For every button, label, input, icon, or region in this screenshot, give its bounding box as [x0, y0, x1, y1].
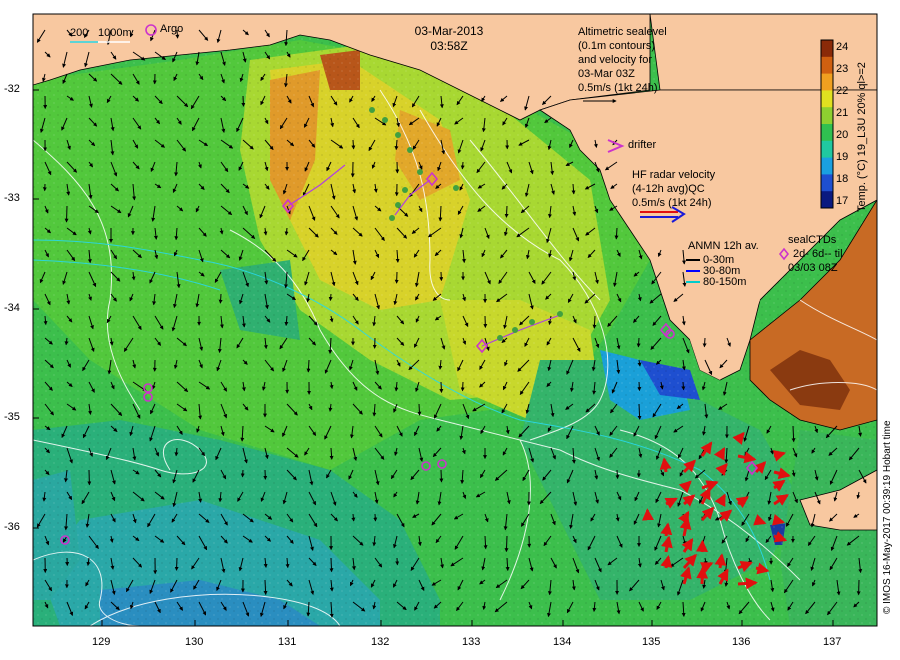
colorbar-tick-label: 20	[836, 129, 849, 141]
velocity-arrow	[702, 337, 707, 348]
velocity-arrow	[460, 161, 465, 170]
hf-radar-legend-line1: HF radar velocity	[632, 169, 716, 181]
velocity-arrow	[504, 205, 509, 218]
x-tick-label: 129	[92, 636, 111, 648]
velocity-arrow	[637, 381, 642, 392]
velocity-arrow	[263, 579, 268, 596]
hf-radar-arrow	[696, 566, 709, 585]
sst-map	[32, 13, 878, 627]
hf-radar-legend-line3: 0.5m/s (1kt 24h)	[632, 197, 712, 209]
altimetry-legend-line4: 03-Mar 03Z	[578, 68, 635, 80]
y-tick-label: -36	[4, 521, 20, 533]
x-tick-label: 130	[185, 636, 204, 648]
colorbar	[820, 39, 834, 209]
x-tick-label: 132	[371, 636, 390, 648]
x-tick-label: 137	[823, 636, 842, 648]
velocity-arrow	[592, 315, 597, 329]
colorbar-tick-label: 19	[836, 151, 849, 163]
colorbar-tick-label: 24	[836, 41, 849, 53]
x-tick-label: 131	[278, 636, 297, 648]
hf-radar-arrow	[696, 539, 709, 553]
colorbar-segment	[821, 73, 833, 91]
hf-radar-arrow	[737, 577, 758, 590]
velocity-arrow	[417, 403, 422, 416]
map-time: 03:58Z	[430, 39, 468, 53]
imos-credit: © IMOS 16-May-2017 00:39:19 Hobart time	[882, 420, 893, 614]
velocity-arrow	[218, 293, 223, 304]
sealctd-legend-line2: 03/03 08Z	[788, 262, 838, 274]
map-date: 03-Mar-2013	[414, 24, 484, 38]
colorbar-tick-label: 22	[836, 85, 849, 97]
velocity-arrow	[460, 381, 465, 392]
colorbar-tick-label: 21	[836, 107, 849, 119]
colorbar-segment	[821, 191, 833, 209]
colorbar-segment	[821, 107, 833, 125]
velocity-arrow	[240, 469, 245, 478]
hf-radar-arrow	[659, 457, 672, 473]
colorbar-segment	[821, 157, 833, 175]
velocity-arrow	[439, 469, 444, 483]
argo-legend-label: Argo	[160, 23, 184, 35]
altimetry-legend-line3: and velocity for	[578, 54, 652, 66]
velocity-arrow	[637, 403, 642, 420]
anmn-legend-title: ANMN 12h av.	[688, 240, 759, 252]
colorbar-segment	[821, 124, 833, 142]
sealctd-legend-line1: 2d- 6d-- til	[793, 248, 843, 260]
velocity-arrow	[64, 205, 69, 223]
drifter-legend-label: drifter	[628, 139, 657, 151]
hf-radar-arrow	[714, 553, 727, 569]
hf-radar-arrow	[642, 508, 654, 521]
altimetry-legend-line1: Altimetric sealevel	[578, 26, 667, 38]
hf-radar-arrow	[660, 522, 673, 537]
velocity-arrow	[439, 381, 444, 394]
sealctd-legend-title: sealCTDs	[788, 234, 837, 246]
y-tick-label: -34	[4, 302, 20, 314]
velocity-arrow	[241, 95, 246, 107]
velocity-arrow	[329, 557, 334, 573]
y-tick-label: -32	[4, 83, 20, 95]
x-tick-label: 136	[732, 636, 751, 648]
velocity-arrow	[636, 337, 641, 348]
hf-radar-arrow	[771, 514, 786, 526]
velocity-arrow	[351, 139, 356, 150]
y-tick-label: -35	[4, 411, 20, 423]
colorbar-segment	[821, 174, 833, 192]
altimetry-legend-line2: (0.1m contours)	[578, 40, 656, 52]
colorbar-tick-label: 18	[836, 173, 849, 185]
velocity-arrow	[681, 381, 686, 391]
scale-bar-label-1000: 1000m	[98, 27, 132, 39]
anmn-legend-item3: 80-150m	[703, 276, 747, 288]
velocity-arrow	[174, 557, 179, 571]
colorbar-tick-label: 23	[836, 63, 849, 75]
colorbar-segment	[821, 90, 833, 108]
x-tick-label: 134	[553, 636, 572, 648]
colorbar-segment	[821, 140, 833, 159]
altimetry-legend-line5: 0.5m/s (1kt 24h)	[578, 82, 658, 94]
x-tick-label: 135	[642, 636, 661, 648]
velocity-arrow	[351, 513, 356, 522]
velocity-arrow	[483, 535, 488, 550]
velocity-arrow	[373, 513, 378, 522]
hf-radar-legend-line2: (4-12h avg)QC	[632, 183, 705, 195]
velocity-arrow	[328, 293, 333, 302]
velocity-arrow	[504, 535, 509, 553]
colorbar-tick-label: 17	[836, 195, 849, 207]
x-tick-label: 133	[462, 636, 481, 648]
velocity-arrow	[615, 469, 620, 480]
velocity-arrow	[791, 425, 796, 443]
colorbar-segment	[821, 40, 833, 58]
colorbar-label: Temp. (°C) 19_L3U 20% ql>=2	[856, 62, 868, 212]
colorbar-segment	[821, 56, 833, 75]
y-tick-label: -33	[4, 192, 20, 204]
velocity-arrow	[614, 227, 619, 240]
velocity-arrow	[306, 359, 311, 373]
scale-bar-label-200: 200	[70, 27, 89, 39]
